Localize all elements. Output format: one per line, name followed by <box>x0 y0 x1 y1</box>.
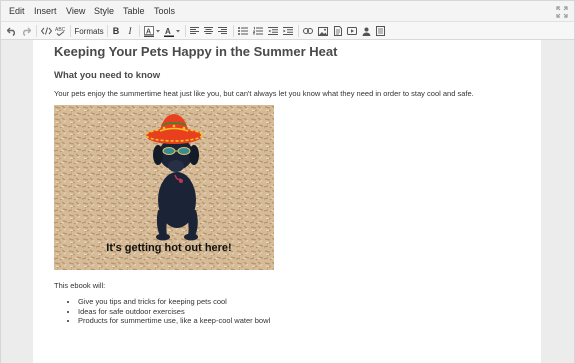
indent-icon[interactable] <box>283 25 293 37</box>
undo-icon[interactable] <box>6 25 17 37</box>
outdent-icon[interactable] <box>268 25 278 37</box>
redo-icon[interactable] <box>20 25 31 37</box>
fullscreen-icon[interactable] <box>556 5 568 18</box>
document-title[interactable]: Keeping Your Pets Happy in the Summer He… <box>54 44 337 59</box>
list-item[interactable]: Give you tips and tricks for keeping pet… <box>78 297 270 307</box>
background-color-icon[interactable]: A <box>144 25 160 37</box>
menu-style[interactable]: Style <box>94 6 114 16</box>
person-icon[interactable] <box>362 25 371 37</box>
menu-table[interactable]: Table <box>123 6 145 16</box>
source-code-icon[interactable] <box>41 25 52 37</box>
photo-caption: It's getting hot out here! <box>106 242 231 254</box>
list-item[interactable]: Ideas for safe outdoor exercises <box>78 307 270 317</box>
align-left-icon[interactable] <box>190 25 199 37</box>
editor-canvas: Keeping Your Pets Happy in the Summer He… <box>0 40 575 363</box>
image-icon[interactable] <box>318 25 328 37</box>
menu-tools[interactable]: Tools <box>154 6 175 16</box>
svg-text:ABC: ABC <box>55 27 66 33</box>
menubar: Edit Insert View Style Table Tools <box>0 0 575 22</box>
document-page[interactable]: Keeping Your Pets Happy in the Summer He… <box>33 40 541 363</box>
numbered-list-icon[interactable] <box>253 25 263 37</box>
toolbar-separator <box>139 25 140 37</box>
document-list: Give you tips and tricks for keeping pet… <box>78 297 270 326</box>
toolbar: ABC Formats B I A A <box>0 22 575 40</box>
svg-text:A: A <box>146 28 151 35</box>
align-center-icon[interactable] <box>204 25 213 37</box>
toolbar-separator <box>233 25 234 37</box>
menu-insert[interactable]: Insert <box>34 6 57 16</box>
menu-edit[interactable]: Edit <box>9 6 25 16</box>
document-subtitle[interactable]: What you need to know <box>54 70 160 81</box>
toolbar-separator <box>107 25 108 37</box>
svg-text:A: A <box>165 27 171 36</box>
text-color-icon[interactable]: A <box>164 25 180 37</box>
toolbar-separator <box>185 25 186 37</box>
list-item[interactable]: Products for summertime use, like a keep… <box>78 316 270 326</box>
toolbar-separator <box>70 25 71 37</box>
document-intro[interactable]: This ebook will: <box>54 281 105 290</box>
bullet-list-icon[interactable] <box>238 25 248 37</box>
italic-button[interactable]: I <box>125 25 135 37</box>
align-right-icon[interactable] <box>218 25 227 37</box>
toolbar-separator <box>298 25 299 37</box>
dog-photo[interactable]: It's getting hot out here! <box>54 105 274 270</box>
toolbar-separator <box>36 25 37 37</box>
media-icon[interactable] <box>347 25 357 37</box>
formats-dropdown[interactable]: Formats <box>74 25 103 37</box>
document-icon[interactable] <box>333 25 342 37</box>
template-icon[interactable] <box>376 25 385 37</box>
link-icon[interactable] <box>303 25 313 37</box>
menu-view[interactable]: View <box>66 6 85 16</box>
document-paragraph[interactable]: Your pets enjoy the summertime heat just… <box>54 89 474 98</box>
spellcheck-icon[interactable]: ABC <box>55 25 66 37</box>
bold-button[interactable]: B <box>111 25 121 37</box>
